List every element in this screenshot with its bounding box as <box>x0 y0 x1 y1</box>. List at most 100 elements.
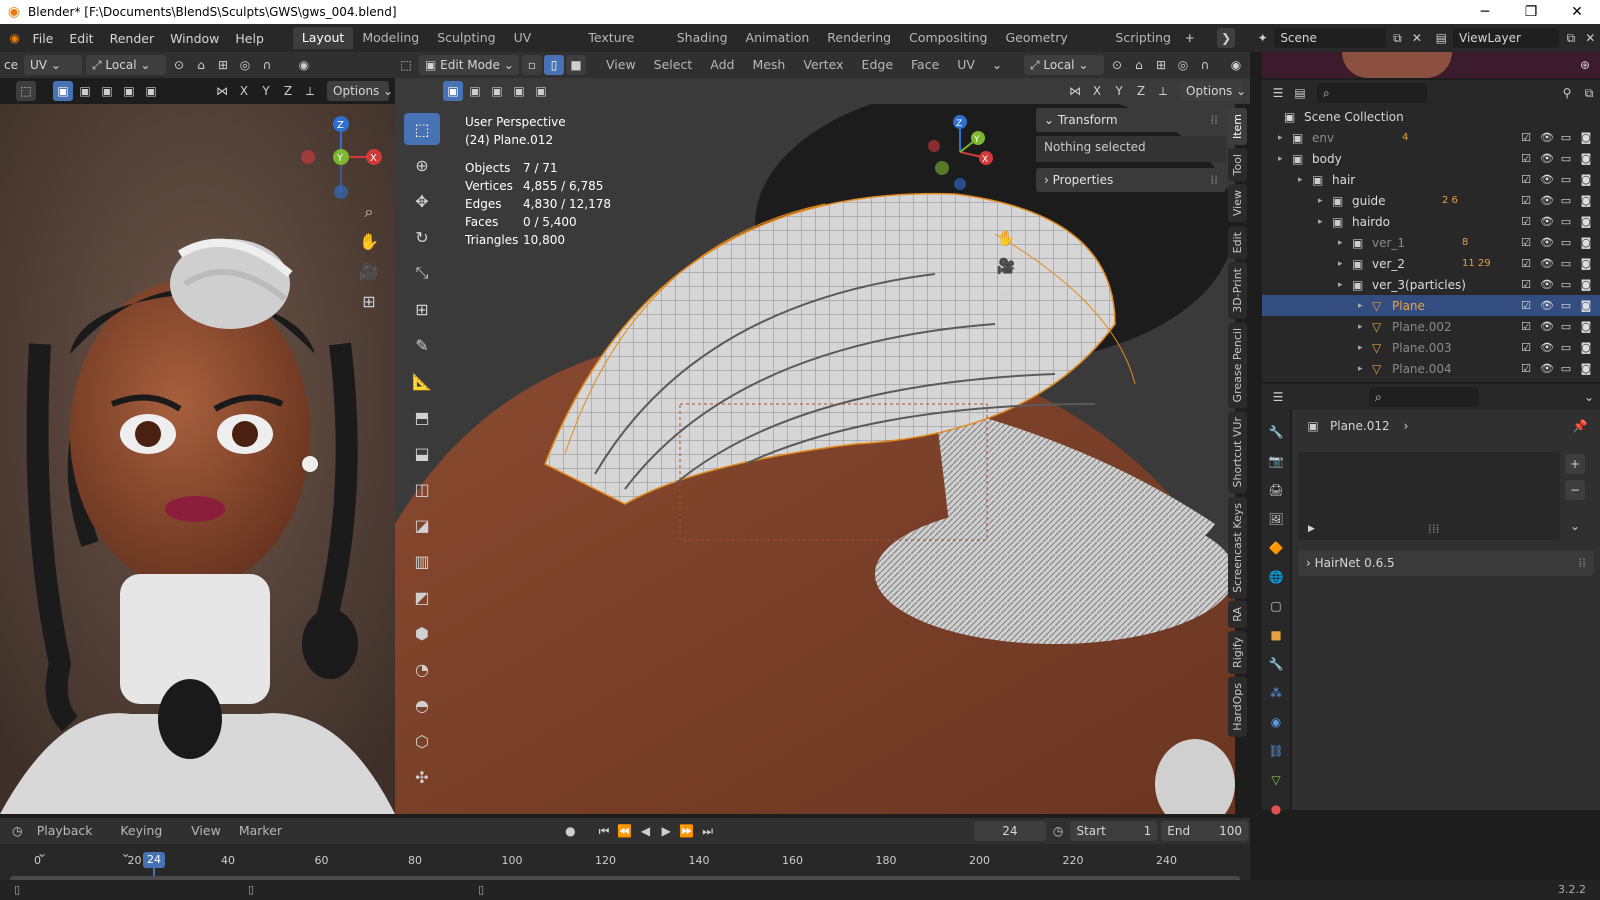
menu-vertex[interactable]: Vertex <box>794 54 852 76</box>
jump-start-icon[interactable]: ⏮ <box>595 821 614 841</box>
constraint-properties-icon[interactable]: ⛓ <box>1266 741 1286 761</box>
viewport-monitor-icon[interactable]: ▭ <box>1560 341 1572 354</box>
outliner-row[interactable]: ▸ ▽ Plane.004 ☑ 👁 ▭ ◙ <box>1262 358 1600 379</box>
outliner-row[interactable]: ▸ ▽ Plane ☑ 👁 ▭ ◙ <box>1262 295 1600 316</box>
select-intersect-icon[interactable]: ▣ <box>141 81 161 101</box>
visibility-eye-icon[interactable]: 👁 <box>1540 362 1554 375</box>
main-snap-target-icon[interactable]: ⊞ <box>1151 55 1171 75</box>
new-scene-icon[interactable]: ⧉ <box>1389 28 1406 48</box>
viewport-monitor-icon[interactable]: ▭ <box>1560 278 1572 291</box>
exclude-checkbox[interactable]: ☑ <box>1520 152 1532 165</box>
outliner-row[interactable]: ▸ ▣ ver_2 11 29 ☑ 👁 ▭ ◙ <box>1262 253 1600 274</box>
outliner-row[interactable]: ▸ ▣ hairdo ☑ 👁 ▭ ◙ <box>1262 211 1600 232</box>
properties-dropdown-icon[interactable]: ⌄ <box>1579 387 1599 407</box>
snap-icon[interactable]: ⌂ <box>191 55 211 75</box>
exclude-checkbox[interactable]: ☑ <box>1520 194 1532 207</box>
mirror-icon[interactable]: ⋈ <box>212 81 232 101</box>
outliner-row[interactable]: ▸ ▽ Plane.003 ☑ 👁 ▭ ◙ <box>1262 337 1600 358</box>
list-resize-handle[interactable]: ⁞⁞⁞ <box>1428 522 1439 536</box>
visibility-eye-icon[interactable]: 👁 <box>1540 299 1554 312</box>
measure-tool-icon[interactable]: 📐 <box>404 365 440 397</box>
list-add-button[interactable]: + <box>1565 454 1585 474</box>
close-button[interactable]: ✕ <box>1554 0 1600 24</box>
material-properties-icon[interactable]: ● <box>1266 799 1286 819</box>
main-select-extend-icon[interactable]: ▣ <box>465 81 485 101</box>
tab-compositing[interactable]: Compositing <box>900 27 996 49</box>
uv-dropdown[interactable]: UV ⌄ <box>24 55 82 75</box>
tab-rigify[interactable]: Rigify <box>1228 631 1247 674</box>
outliner-editor-icon[interactable]: ☰ <box>1268 83 1288 103</box>
render-camera-icon[interactable]: ◙ <box>1580 278 1592 291</box>
maximize-button[interactable]: ❐ <box>1508 0 1554 24</box>
menu-playback[interactable]: Playback ⌄ <box>28 820 112 860</box>
exclude-checkbox[interactable]: ☑ <box>1520 173 1532 186</box>
output-properties-icon[interactable]: 🖨 <box>1266 480 1286 500</box>
render-camera-icon[interactable]: ◙ <box>1580 362 1592 375</box>
main-pan-hand-icon[interactable]: ✋ <box>996 228 1016 248</box>
outliner-new-collection-icon[interactable]: ⧉ <box>1579 83 1599 103</box>
viewport-monitor-icon[interactable]: ▭ <box>1560 320 1572 333</box>
workspace-scroll-icon[interactable]: ❯ <box>1217 28 1235 48</box>
viewport-monitor-icon[interactable]: ▭ <box>1560 215 1572 228</box>
axis-x-toggle[interactable]: X <box>234 81 254 101</box>
list-remove-button[interactable]: − <box>1565 480 1585 500</box>
view-layer-selector[interactable]: ViewLayer <box>1453 28 1560 48</box>
outliner-filter-icon[interactable]: ⚲ <box>1557 83 1577 103</box>
main-zoom-icon[interactable]: ⌕ <box>996 200 1016 220</box>
object-properties-icon[interactable]: ■ <box>1266 625 1286 645</box>
menu-view[interactable]: View <box>597 54 645 76</box>
menu-marker[interactable]: Marker <box>230 820 291 842</box>
tab-texture-paint[interactable]: Texture Paint <box>579 27 667 67</box>
tab-rendering[interactable]: Rendering <box>818 27 900 49</box>
visibility-eye-icon[interactable]: 👁 <box>1540 215 1554 228</box>
add-cube-tool-icon[interactable]: ⬒ <box>404 401 440 433</box>
render-camera-icon[interactable]: ◙ <box>1580 236 1592 249</box>
cursor-tool-icon[interactable]: ⊕ <box>404 149 440 181</box>
left-viewport[interactable]: Z Y X ⌕ ✋ 🎥 ⊞ <box>0 104 395 814</box>
extrude-tool-icon[interactable]: ⬓ <box>404 437 440 469</box>
face-select-icon[interactable]: ■ <box>566 55 586 75</box>
scale-tool-icon[interactable]: ⤡ <box>404 257 440 289</box>
view-layer-properties-icon[interactable]: 🖼 <box>1266 509 1286 529</box>
outliner-display-mode-icon[interactable]: ▤ <box>1290 83 1310 103</box>
list-specials-icon[interactable]: ⌄ <box>1565 516 1585 536</box>
main-symmetry-icon[interactable]: ⟂ <box>1153 81 1173 101</box>
outliner-row[interactable]: ▸ ▣ ver_1 8 ☑ 👁 ▭ ◙ <box>1262 232 1600 253</box>
tab-layout[interactable]: Layout <box>292 27 354 49</box>
blender-menu-icon[interactable]: ◉ <box>6 28 23 48</box>
render-camera-icon[interactable]: ◙ <box>1580 341 1592 354</box>
select-box-icon[interactable]: ⬚ <box>16 81 36 101</box>
select-extend-icon[interactable]: ▣ <box>75 81 95 101</box>
render-camera-icon[interactable]: ◙ <box>1580 299 1592 312</box>
visibility-eye-icon[interactable]: 👁 <box>1540 194 1554 207</box>
tool-properties-icon[interactable]: 🔧 <box>1266 422 1286 442</box>
outliner-row[interactable]: ▸ ▣ body ☑ 👁 ▭ ◙ <box>1262 148 1600 169</box>
play-icon[interactable]: ▶ <box>657 821 676 841</box>
main-options-dropdown[interactable]: Options ⌄ <box>1180 81 1246 101</box>
visibility-eye-icon[interactable]: 👁 <box>1540 236 1554 249</box>
camera-view-icon[interactable]: 🎥 <box>359 262 379 282</box>
shrink-tool-icon[interactable]: ✣ <box>404 761 440 793</box>
render-properties-icon[interactable]: 📷 <box>1266 451 1286 471</box>
menu-edit[interactable]: Edit <box>61 31 101 46</box>
menu-uv[interactable]: UV <box>948 54 984 76</box>
collection-properties-icon[interactable]: ▢ <box>1266 596 1286 616</box>
tab-screencast-keys[interactable]: Screencast Keys <box>1228 496 1247 599</box>
new-view-layer-icon[interactable]: ⧉ <box>1562 28 1579 48</box>
preview-add-icon[interactable]: ⊕ <box>1575 55 1595 75</box>
menu-help[interactable]: Help <box>227 31 272 46</box>
outliner-row[interactable]: ▸ ▣ env 4 ☑ 👁 ▭ ◙ <box>1262 127 1600 148</box>
disclosure-icon[interactable]: ▸ <box>1338 280 1343 290</box>
menu-render[interactable]: Render <box>102 31 163 46</box>
pivot-icon[interactable]: ⊙ <box>169 55 189 75</box>
playhead[interactable]: 24 <box>143 852 165 868</box>
tab-sculpting[interactable]: Sculpting <box>428 27 504 49</box>
menu-file[interactable]: File <box>24 31 61 46</box>
properties-panel-header[interactable]: › Properties ⁞⁞ <box>1036 168 1226 192</box>
exclude-checkbox[interactable]: ☑ <box>1520 341 1532 354</box>
tab-ra[interactable]: RA <box>1228 601 1247 629</box>
data-properties-icon[interactable]: ▽ <box>1266 770 1286 790</box>
tab-animation[interactable]: Animation <box>737 27 819 49</box>
outliner-row[interactable]: ▸ ▣ guide 2 6 ☑ 👁 ▭ ◙ <box>1262 190 1600 211</box>
outliner-row[interactable]: ▸ ▣ hair ☑ 👁 ▭ ◙ <box>1262 169 1600 190</box>
